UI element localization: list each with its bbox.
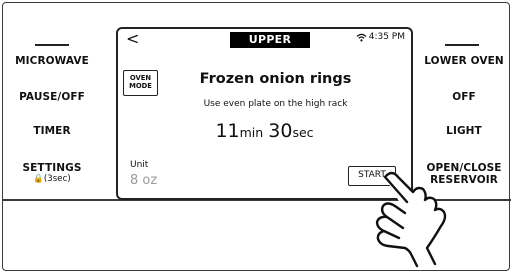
pointing-hand-icon [375, 171, 447, 268]
lower-oven-indicator [445, 44, 479, 46]
time-minutes: 11 [215, 120, 240, 142]
microwave-indicator [35, 44, 69, 46]
timer-button[interactable]: TIMER [6, 125, 98, 137]
off-button[interactable]: OFF [418, 91, 510, 103]
lower-oven-button[interactable]: LOWER OVEN [418, 55, 510, 67]
settings-button[interactable]: SETTINGS 🔒(3sec) [6, 162, 98, 185]
time-seconds: 30 [268, 120, 293, 142]
settings-label: SETTINGS [22, 162, 82, 174]
light-button[interactable]: LIGHT [418, 125, 510, 137]
microwave-button[interactable]: MICROWAVE [6, 55, 98, 67]
time-min-unit: min [239, 125, 264, 140]
back-icon[interactable]: < [126, 30, 139, 48]
wifi-icon [356, 33, 367, 41]
food-title: Frozen onion rings [199, 71, 352, 87]
oven-mode-line1: OVEN [129, 74, 152, 82]
clock: 4:35 PM [368, 32, 405, 42]
time-sec-unit: sec [292, 125, 314, 140]
instruction-text: Use even plate on the high rack [203, 99, 348, 109]
unit-value[interactable]: 8 oz [130, 173, 157, 189]
oven-mode-button[interactable]: OVEN MODE [123, 70, 158, 96]
pause-off-button[interactable]: PAUSE/OFF [6, 91, 98, 103]
oven-title: UPPER [230, 32, 310, 48]
cook-time[interactable]: 11min 30sec [118, 119, 411, 145]
settings-lock-hint: 🔒(3sec) [33, 174, 71, 184]
status-bar: 4:35 PM [356, 31, 405, 43]
unit-label: Unit [130, 160, 149, 170]
oven-mode-line2: MODE [129, 82, 152, 90]
